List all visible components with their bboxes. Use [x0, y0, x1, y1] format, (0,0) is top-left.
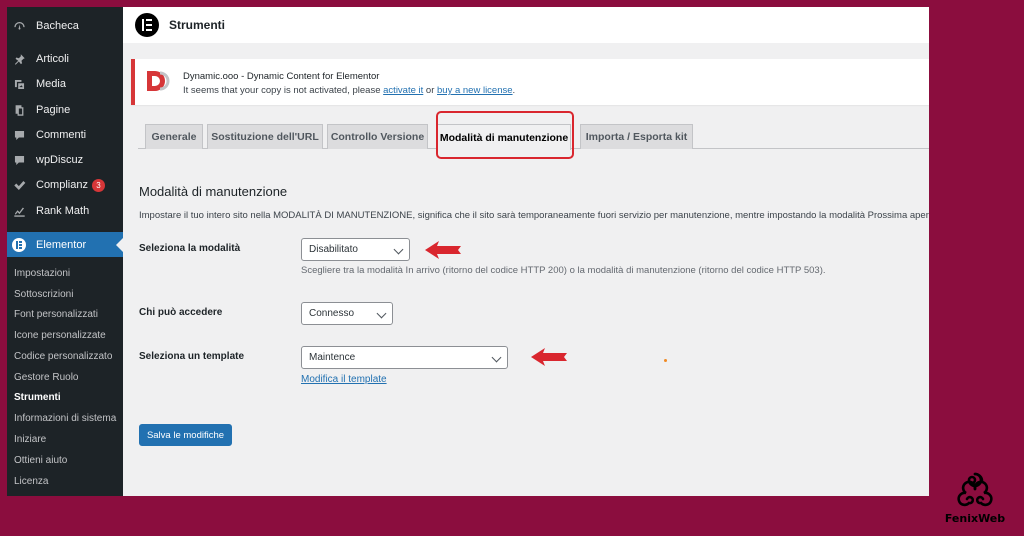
screenshot-frame: Bacheca Articoli Media Pagine Commenti w…: [7, 7, 929, 496]
submenu-item[interactable]: Informazioni di sistema: [14, 413, 116, 424]
submenu-item[interactable]: Iniziare: [14, 434, 46, 445]
access-select[interactable]: Connesso: [301, 302, 393, 325]
media-icon: [12, 77, 26, 91]
template-select[interactable]: Maintence: [301, 346, 508, 369]
page-header: Strumenti: [123, 7, 929, 43]
section-heading: Modalità di manutenzione: [139, 184, 288, 199]
save-button[interactable]: Salva le modifiche: [139, 424, 232, 446]
dashboard-icon: [12, 19, 26, 33]
comments-icon: [12, 128, 26, 142]
sidebar-item-wpdiscuz[interactable]: wpDiscuz: [7, 149, 123, 171]
notice-title: Dynamic.ooo - Dynamic Content for Elemen…: [183, 71, 380, 82]
brand-name: FenixWeb: [944, 512, 1006, 525]
edit-template-link[interactable]: Modifica il template: [301, 374, 387, 385]
tab-sostituzione-url[interactable]: Sostituzione dell'URL: [207, 124, 323, 149]
submenu-item-current[interactable]: Strumenti: [14, 392, 61, 403]
sidebar-item-label: wpDiscuz: [36, 154, 84, 166]
sidebar-item-label: Bacheca: [36, 20, 79, 32]
submenu-item[interactable]: Licenza: [14, 476, 48, 487]
page-title: Strumenti: [169, 18, 226, 32]
sidebar-item-pagine[interactable]: Pagine: [7, 99, 123, 121]
admin-sidebar: Bacheca Articoli Media Pagine Commenti w…: [7, 7, 123, 496]
template-select-value: Maintence: [309, 352, 356, 363]
pages-icon: [12, 103, 26, 117]
template-label: Seleziona un template: [139, 351, 245, 362]
triskelion-logo-icon: [957, 472, 993, 507]
submenu-item[interactable]: Icone personalizzate: [14, 330, 106, 341]
tab-generale[interactable]: Generale: [145, 124, 203, 149]
notice-text-part: It seems that your copy is not activated…: [183, 85, 384, 96]
pin-icon: [12, 52, 26, 66]
notice-text-part: or: [423, 85, 438, 96]
mode-label: Seleziona la modalità: [139, 243, 241, 254]
elementor-logo-icon: [135, 13, 159, 37]
notice-text-part: .: [512, 85, 516, 96]
access-select-value: Connesso: [309, 308, 355, 319]
tab-importa-esporta-kit[interactable]: Importa / Esporta kit: [580, 124, 693, 149]
fenixweb-logo: FenixWeb: [940, 466, 1010, 530]
submenu-item[interactable]: Sottoscrizioni: [14, 289, 73, 300]
elementor-icon: [12, 237, 26, 252]
sidebar-item-rank-math[interactable]: Rank Math: [7, 200, 123, 222]
mode-hint: Scegliere tra la modalità In arrivo (rit…: [301, 265, 826, 276]
tab-highlight-annotation: [436, 111, 574, 159]
sidebar-item-elementor[interactable]: Elementor: [7, 232, 123, 257]
sidebar-item-label: Rank Math: [36, 205, 90, 217]
submenu-item[interactable]: Impostazioni: [14, 268, 70, 279]
notification-badge: 3: [91, 178, 105, 192]
sidebar-item-label: Pagine: [36, 104, 71, 116]
submenu-item[interactable]: Ottieni aiuto: [14, 455, 67, 466]
chevron-down-icon: [491, 352, 502, 363]
sidebar-item-label: Articoli: [36, 53, 70, 65]
red-arrow-annotation-icon: [531, 348, 567, 366]
sidebar-item-label: Elementor: [36, 238, 87, 251]
sidebar-item-label: Media: [36, 78, 66, 90]
sidebar-item-bacheca[interactable]: Bacheca: [7, 15, 123, 37]
license-notice: Dynamic.ooo - Dynamic Content for Elemen…: [131, 59, 929, 105]
submenu-item[interactable]: Font personalizzati: [14, 309, 98, 320]
chart-icon: [12, 204, 26, 218]
sidebar-item-label: Commenti: [36, 129, 87, 141]
section-description: Impostare il tuo intero sito nella MODAL…: [139, 210, 929, 221]
buy-license-link[interactable]: buy a new license: [437, 85, 513, 96]
dynamic-ooo-logo-icon: [147, 71, 170, 91]
sidebar-item-label: Complianz: [36, 179, 88, 191]
notice-text: It seems that your copy is not activated…: [183, 85, 515, 96]
comments-icon: [12, 153, 26, 167]
activate-link[interactable]: activate it: [383, 85, 423, 96]
mode-select-value: Disabilitato: [309, 244, 358, 255]
sidebar-item-articoli[interactable]: Articoli: [7, 48, 123, 70]
sidebar-item-commenti[interactable]: Commenti: [7, 124, 123, 146]
mode-select[interactable]: Disabilitato: [301, 238, 410, 261]
cursor-dot: [664, 359, 667, 362]
submenu-item[interactable]: Codice personalizzato: [14, 351, 112, 362]
submenu-item[interactable]: Gestore Ruolo: [14, 372, 78, 383]
red-arrow-annotation-icon: [425, 241, 461, 259]
check-icon: [12, 178, 26, 192]
chevron-down-icon: [393, 244, 404, 255]
sidebar-item-media[interactable]: Media: [7, 73, 123, 95]
tab-controllo-versione[interactable]: Controllo Versione: [327, 124, 428, 149]
chevron-down-icon: [376, 308, 387, 319]
access-label: Chi può accedere: [139, 307, 223, 318]
active-pointer: [116, 238, 123, 252]
sidebar-item-complianz[interactable]: Complianz 3: [7, 174, 123, 196]
